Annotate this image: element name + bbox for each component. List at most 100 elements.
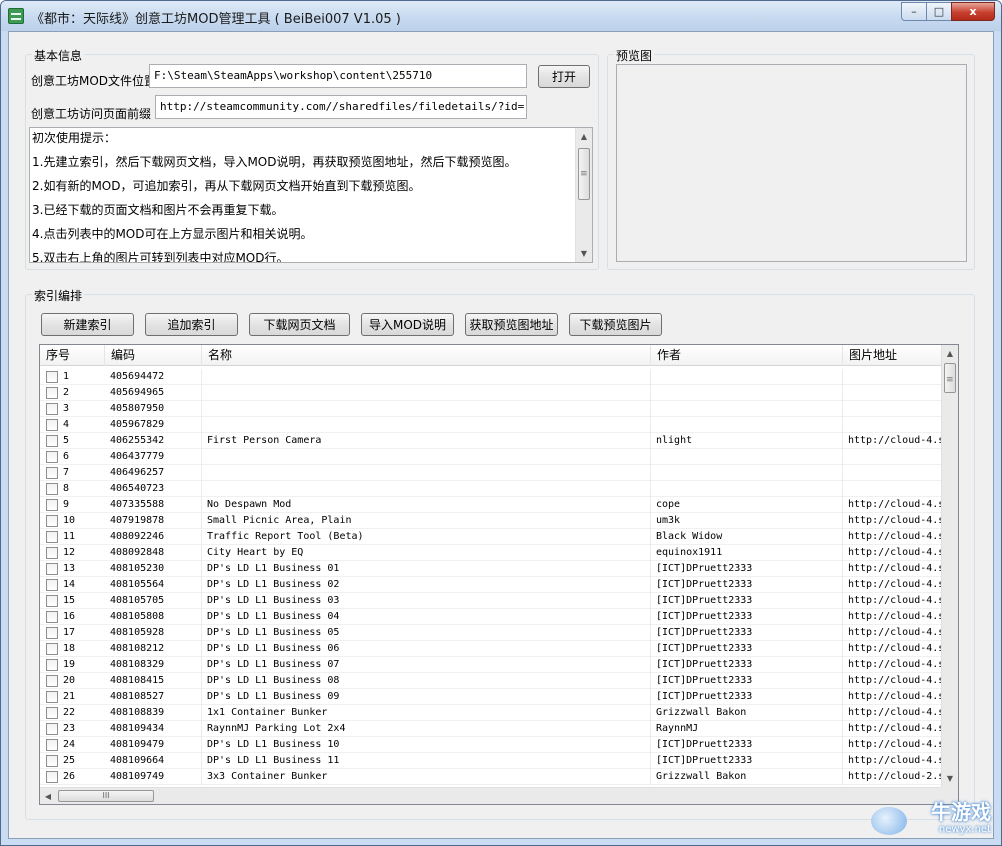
table-row[interactable]: 9 407335588 No Despawn Mod cope http://cloud… xyxy=(40,497,943,513)
row-checkbox[interactable] xyxy=(46,627,58,639)
table-row[interactable]: 19 408108329 DP's LD L1 Business 07 [ICT]DP… xyxy=(40,657,943,673)
row-checkbox[interactable] xyxy=(46,595,58,607)
cell-name: DP's LD L1 Business 09 xyxy=(202,689,651,705)
col-header-code[interactable]: 编码 xyxy=(105,345,202,366)
row-checkbox[interactable] xyxy=(46,659,58,671)
row-checkbox[interactable] xyxy=(46,771,58,783)
table-row[interactable]: 14 408105564 DP's LD L1 Business 02 [ICT]DP… xyxy=(40,577,943,593)
cell-author: [ICT]DPruett2333 xyxy=(651,641,843,657)
preview-label: 预览图 xyxy=(614,47,655,64)
row-checkbox[interactable] xyxy=(46,579,58,591)
down-arrow-icon[interactable]: ▼ xyxy=(942,770,958,787)
tips-scrollbar[interactable]: ▲ ▼ xyxy=(575,128,592,262)
new-index-button[interactable]: 新建索引 xyxy=(41,313,134,336)
table-row[interactable]: 11 408092246 Traffic Report Tool (Beta) Bla… xyxy=(40,529,943,545)
row-checkbox[interactable] xyxy=(46,451,58,463)
row-checkbox[interactable] xyxy=(46,371,58,383)
row-checkbox[interactable] xyxy=(46,403,58,415)
import-desc-button[interactable]: 导入MOD说明 xyxy=(361,313,454,336)
table-row[interactable]: 8 406540723 xyxy=(40,481,943,497)
col-header-name[interactable]: 名称 xyxy=(202,345,651,366)
row-checkbox[interactable] xyxy=(46,691,58,703)
append-index-button[interactable]: 追加索引 xyxy=(145,313,238,336)
row-checkbox[interactable] xyxy=(46,515,58,527)
table-row[interactable]: 15 408105705 DP's LD L1 Business 03 [ICT]DP… xyxy=(40,593,943,609)
down-arrow-icon[interactable]: ▼ xyxy=(576,245,592,262)
tips-scroll-thumb[interactable] xyxy=(578,148,590,200)
row-checkbox[interactable] xyxy=(46,467,58,479)
row-checkbox[interactable] xyxy=(46,531,58,543)
table-row[interactable]: 12 408092848 City Heart by EQ equinox1911 ht… xyxy=(40,545,943,561)
cell-no: 24 xyxy=(63,739,76,750)
cell-no: 26 xyxy=(63,771,76,782)
table-row[interactable]: 26 408109749 3x3 Container Bunker Grizzwall… xyxy=(40,769,943,785)
table-row[interactable]: 20 408108415 DP's LD L1 Business 08 [ICT]DP… xyxy=(40,673,943,689)
table-row[interactable]: 23 408109434 RaynnMJ Parking Lot 2x4 RaynnM… xyxy=(40,721,943,737)
list-vscroll[interactable]: ▲ ▼ xyxy=(941,345,958,787)
cell-name: DP's LD L1 Business 05 xyxy=(202,625,651,641)
row-checkbox[interactable] xyxy=(46,755,58,767)
table-row[interactable]: 1 405694472 xyxy=(40,369,943,385)
table-row[interactable]: 10 407919878 Small Picnic Area, Plain um3k h… xyxy=(40,513,943,529)
table-row[interactable]: 3 405807950 xyxy=(40,401,943,417)
up-arrow-icon[interactable]: ▲ xyxy=(576,128,592,145)
path-input[interactable]: F:\Steam\SteamApps\workshop\content\2557… xyxy=(149,64,527,88)
row-checkbox[interactable] xyxy=(46,483,58,495)
tips-textarea[interactable]: 初次使用提示： 1.先建立索引，然后下载网页文档，导入MOD说明，再获取预览图地… xyxy=(29,127,593,263)
maximize-button[interactable]: □ xyxy=(926,2,952,21)
table-row[interactable]: 6 406437779 xyxy=(40,449,943,465)
title-bar[interactable]: 《都市：天际线》创意工坊MOD管理工具 ( BeiBei007 V1.05 ) … xyxy=(1,1,1001,31)
list-hscroll-thumb[interactable]: III xyxy=(58,790,154,802)
row-checkbox[interactable] xyxy=(46,611,58,623)
get-preview-url-button[interactable]: 获取预览图地址 xyxy=(465,313,558,336)
col-header-author[interactable]: 作者 xyxy=(651,345,843,366)
tip-line: 4.点击列表中的MOD可在上方显示图片和相关说明。 xyxy=(32,227,313,241)
table-row[interactable]: 24 408109479 DP's LD L1 Business 10 [ICT]DP… xyxy=(40,737,943,753)
col-header-image-url[interactable]: 图片地址 xyxy=(843,345,943,366)
table-row[interactable]: 13 408105230 DP's LD L1 Business 01 [ICT]DP… xyxy=(40,561,943,577)
table-row[interactable]: 17 408105928 DP's LD L1 Business 05 [ICT]DP… xyxy=(40,625,943,641)
row-checkbox[interactable] xyxy=(46,643,58,655)
cell-image-url: http://cloud-4.s xyxy=(843,497,943,513)
download-preview-button[interactable]: 下载预览图片 xyxy=(569,313,662,336)
row-checkbox[interactable] xyxy=(46,499,58,511)
table-row[interactable]: 4 405967829 xyxy=(40,417,943,433)
cell-image-url: http://cloud-4.s xyxy=(843,721,943,737)
table-row[interactable]: 16 408105808 DP's LD L1 Business 04 [ICT]DP… xyxy=(40,609,943,625)
row-checkbox[interactable] xyxy=(46,435,58,447)
minimize-button[interactable]: – xyxy=(901,2,927,21)
close-button[interactable]: x xyxy=(951,2,995,21)
row-checkbox[interactable] xyxy=(46,547,58,559)
table-row[interactable]: 21 408108527 DP's LD L1 Business 09 [ICT]DP… xyxy=(40,689,943,705)
up-arrow-icon[interactable]: ▲ xyxy=(942,345,958,362)
row-checkbox[interactable] xyxy=(46,563,58,575)
table-row[interactable]: 2 405694965 xyxy=(40,385,943,401)
open-button[interactable]: 打开 xyxy=(538,65,590,88)
url-input[interactable]: http://steamcommunity.com//sharedfiles/f… xyxy=(155,95,527,119)
table-row[interactable]: 5 406255342 First Person Camera nlight http:… xyxy=(40,433,943,449)
col-header-no[interactable]: 序号 xyxy=(40,345,105,366)
cell-author: nlight xyxy=(651,433,843,449)
preview-image[interactable] xyxy=(616,64,967,262)
table-row[interactable]: 7 406496257 xyxy=(40,465,943,481)
cell-image-url xyxy=(843,385,943,401)
left-arrow-icon[interactable]: ◀ xyxy=(40,788,56,804)
cell-code: 408108329 xyxy=(105,657,202,673)
cell-no: 7 xyxy=(63,467,70,478)
mod-list[interactable]: 序号 编码 名称 作者 图片地址 1 405694472 2 405694965 3 40… xyxy=(39,344,959,805)
cell-author xyxy=(651,369,843,385)
row-checkbox[interactable] xyxy=(46,675,58,687)
download-pages-button[interactable]: 下载网页文档 xyxy=(249,313,350,336)
table-row[interactable]: 22 408108839 1x1 Container Bunker Grizzwall… xyxy=(40,705,943,721)
row-checkbox[interactable] xyxy=(46,707,58,719)
list-scroll-thumb[interactable] xyxy=(944,363,956,393)
row-checkbox[interactable] xyxy=(46,723,58,735)
row-checkbox[interactable] xyxy=(46,387,58,399)
row-checkbox[interactable] xyxy=(46,739,58,751)
list-hscroll[interactable]: ◀ III xyxy=(40,787,943,804)
caption-buttons: – □ x xyxy=(901,2,995,21)
table-row[interactable]: 25 408109664 DP's LD L1 Business 11 [ICT]DP… xyxy=(40,753,943,769)
cell-code: 408108839 xyxy=(105,705,202,721)
table-row[interactable]: 18 408108212 DP's LD L1 Business 06 [ICT]DP… xyxy=(40,641,943,657)
row-checkbox[interactable] xyxy=(46,419,58,431)
